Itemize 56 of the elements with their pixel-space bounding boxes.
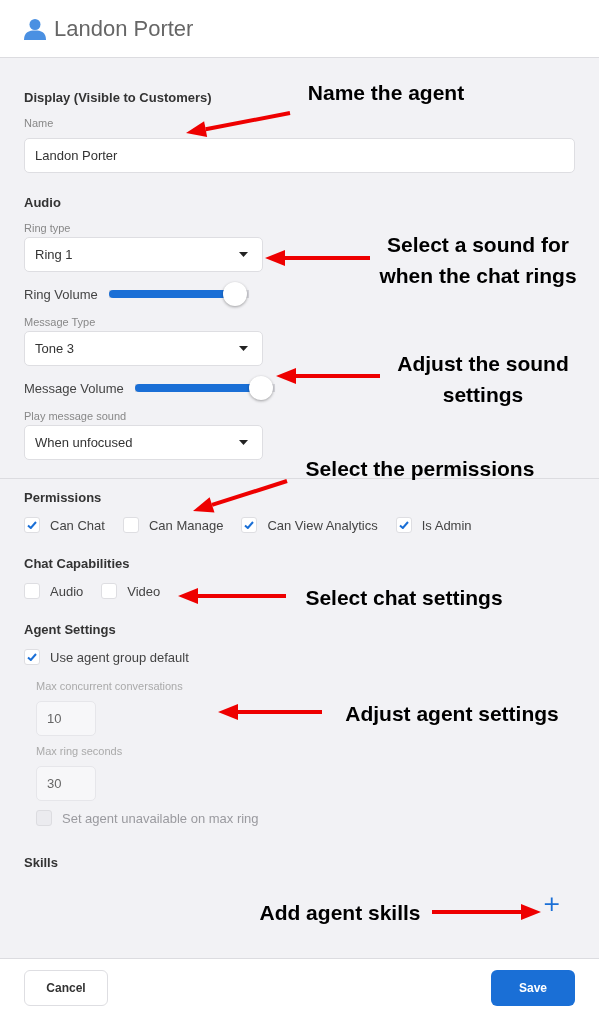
checkbox-label: Can Chat [50, 517, 105, 533]
checkbox-label: Can View Analytics [267, 517, 378, 533]
caret-icon [239, 346, 248, 351]
field-label: Max concurrent conversations [36, 680, 183, 692]
slider-thumb[interactable] [248, 376, 273, 400]
section-heading: Display (Visible to Customers) [24, 90, 212, 105]
save-button[interactable]: Save [491, 970, 575, 1006]
dropdown[interactable]: When unfocused [24, 425, 263, 460]
checkbox[interactable] [24, 517, 40, 533]
slider-label: Message Volume [24, 380, 124, 396]
callout-text: Select chat settings [304, 585, 504, 611]
number-field: 30 [36, 766, 96, 801]
dropdown[interactable]: Ring 1 [24, 237, 263, 272]
dropdown[interactable]: Tone 3 [24, 331, 263, 366]
checkbox[interactable] [395, 517, 412, 533]
field-label: Max ring seconds [36, 745, 123, 757]
checkbox-label: Use agent group default [50, 649, 189, 665]
checkbox[interactable] [241, 517, 258, 533]
callout-text: Name the agent [306, 80, 466, 106]
section-heading: Chat Capabilities [24, 556, 130, 571]
checkmark-icon [244, 521, 255, 529]
checkbox-label: Video [127, 583, 161, 599]
slider-label: Ring Volume [24, 286, 98, 302]
checkbox[interactable] [24, 649, 40, 665]
dialog-title: Landon Porter [54, 15, 194, 42]
checkmark-icon [398, 521, 409, 529]
section-heading: Permissions [24, 490, 102, 505]
checkbox[interactable] [101, 583, 118, 599]
checkmark-icon [27, 653, 37, 661]
checkbox-label: Can Manage [148, 517, 224, 533]
callout-text: Select a sound for when the chat rings [378, 232, 578, 289]
field-label: Name [24, 117, 54, 129]
slider-thumb[interactable] [222, 282, 247, 306]
caret-icon [239, 252, 248, 257]
callout-text: Add agent skills [258, 900, 422, 926]
add-button[interactable]: + [538, 892, 565, 916]
callout-text: Adjust agent settings [344, 701, 560, 727]
field-label: Message Type [24, 316, 96, 328]
checkbox[interactable] [24, 583, 40, 599]
checkbox-label: Set agent unavailable on max ring [62, 810, 259, 826]
checkmark-icon [27, 521, 37, 529]
checkbox[interactable] [122, 517, 139, 533]
section-heading: Skills [24, 855, 58, 870]
checkbox-label: Is Admin [421, 517, 472, 533]
section-heading: Audio [24, 195, 61, 210]
field-label: Ring type [24, 222, 71, 234]
cancel-button[interactable]: Cancel [24, 970, 108, 1006]
section-heading: Agent Settings [24, 622, 116, 637]
checkbox-label: Audio [50, 583, 84, 599]
user-icon [24, 17, 46, 40]
callout-text: Adjust the sound settings [396, 351, 570, 408]
name-field[interactable]: Landon Porter [24, 138, 575, 173]
callout-text: Select the permissions [304, 456, 536, 482]
number-field: 10 [36, 701, 96, 736]
field-label: Play message sound [24, 410, 127, 422]
caret-icon [239, 440, 248, 445]
